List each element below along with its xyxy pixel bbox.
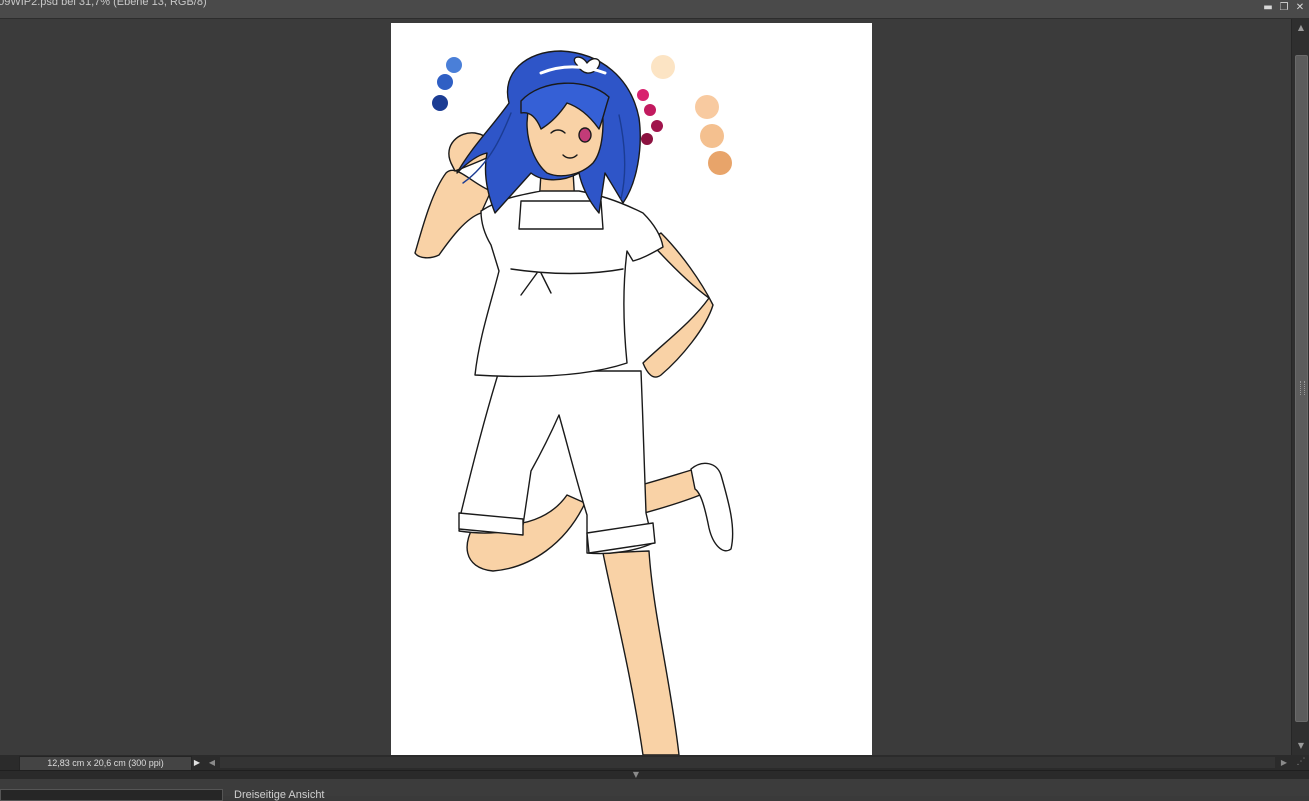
status-menu-arrow-icon[interactable]: ▶	[191, 756, 203, 769]
document-title-bar: 009WIP2.psd bei 31,7% (Ebene 13, RGB/8) …	[0, 0, 1309, 19]
skin-color-swatches	[651, 55, 732, 175]
color-swatch[interactable]	[700, 124, 724, 148]
scroll-down-icon[interactable]: ▼	[1295, 739, 1307, 753]
color-swatch[interactable]	[641, 133, 653, 145]
scroll-right-icon[interactable]: ▶	[1278, 756, 1290, 769]
hair-color-swatches	[432, 57, 462, 111]
color-swatch[interactable]	[695, 95, 719, 119]
scroll-left-icon[interactable]: ◀	[206, 756, 218, 769]
bottom-panel: Dreiseitige Ansicht	[0, 779, 1309, 801]
vertical-scroll-thumb[interactable]	[1295, 55, 1308, 722]
color-swatch[interactable]	[637, 89, 649, 101]
bottom-panel-label: Dreiseitige Ansicht	[234, 789, 325, 801]
artwork-illustration	[414, 50, 734, 755]
close-icon[interactable]: ✕	[1293, 1, 1307, 15]
scroll-up-icon[interactable]: ▲	[1295, 21, 1307, 35]
vertical-scrollbar[interactable]: ▲ ▼	[1291, 19, 1309, 755]
color-swatch[interactable]	[651, 120, 663, 132]
color-swatch[interactable]	[651, 55, 675, 79]
minimize-icon[interactable]: ▬	[1261, 1, 1275, 15]
status-bar: 12,83 cm x 20,6 cm (300 ppi) ▶ ◀ ▶ ⋰	[0, 755, 1309, 771]
color-swatch[interactable]	[437, 74, 453, 90]
resize-grip-icon[interactable]: ⋰	[1294, 756, 1308, 769]
color-swatch[interactable]	[708, 151, 732, 175]
document-title: 009WIP2.psd bei 31,7% (Ebene 13, RGB/8)	[0, 0, 207, 8]
bottom-panel-field[interactable]	[0, 789, 223, 801]
color-swatch[interactable]	[644, 104, 656, 116]
document-size-info[interactable]: 12,83 cm x 20,6 cm (300 ppi)	[19, 756, 192, 771]
color-swatch[interactable]	[432, 95, 448, 111]
collapse-panel-icon[interactable]: ▼	[626, 771, 646, 779]
character-figure	[414, 50, 734, 755]
horizontal-scrollbar[interactable]	[220, 757, 1275, 768]
scroll-grip	[1300, 381, 1305, 395]
maximize-icon[interactable]: ❐	[1277, 1, 1291, 15]
color-swatch[interactable]	[446, 57, 462, 73]
document-canvas[interactable]	[391, 23, 872, 755]
